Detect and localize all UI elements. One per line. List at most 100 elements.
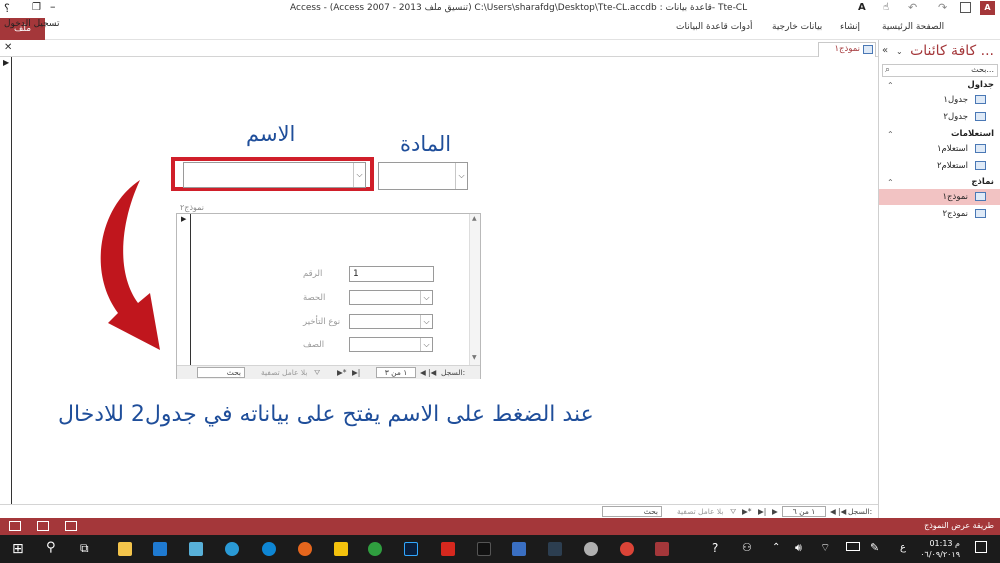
nav-item-label: جدول٢ <box>943 112 968 122</box>
subject-combobox[interactable]: ⌵ <box>378 162 468 190</box>
scroll-up-icon[interactable]: ▲ <box>472 215 477 222</box>
tab-home[interactable]: الصفحة الرئيسية <box>882 22 944 32</box>
last-record-icon[interactable]: ▶| <box>352 368 360 377</box>
nav-pane-title[interactable]: كافة كائنات ... <box>910 43 994 59</box>
chevron-up-icon[interactable]: ⌃ <box>772 542 780 553</box>
document-tab-label: نموذج١ <box>834 44 860 54</box>
photoshop-icon[interactable] <box>404 542 418 556</box>
redo-icon[interactable]: ↷ <box>938 1 947 14</box>
period-combobox[interactable]: ⌵ <box>349 290 433 305</box>
wondershare-icon[interactable] <box>441 542 455 556</box>
nav-item-form1[interactable]: نموذج١ <box>879 189 1000 205</box>
nav-group-forms[interactable]: نماذج <box>971 177 994 187</box>
monitor-icon[interactable] <box>512 542 526 556</box>
chevron-down-icon[interactable]: ⌵ <box>420 338 432 351</box>
nav-item-label: استعلام١ <box>936 144 968 154</box>
main-search-box[interactable]: بحث <box>602 506 662 517</box>
task-view-icon[interactable]: ⧉ <box>80 541 89 556</box>
chevron-down-icon[interactable]: ⌵ <box>353 163 365 187</box>
subform-vertical-scrollbar[interactable]: ▲ ▼ <box>469 214 480 366</box>
subform-record-selector[interactable]: ▶ <box>177 214 191 366</box>
first-record-icon[interactable]: |◀ <box>838 507 846 516</box>
touch-mode-icon[interactable]: ☝ <box>883 2 889 13</box>
tab-database-tools[interactable]: أدوات قاعدة البيانات <box>676 22 753 32</box>
search-icon[interactable]: ⚲ <box>46 540 56 555</box>
form-view-icon[interactable] <box>65 521 77 531</box>
volume-icon[interactable]: 🔊︎ <box>795 541 802 555</box>
teamviewer-icon[interactable] <box>262 542 276 556</box>
document-tab-form1[interactable]: نموذج١ <box>818 42 876 57</box>
clock[interactable]: 01:13 م ٠٦/٠٩/٢٠١٩ <box>920 538 960 560</box>
prev-record-icon[interactable]: ◀ <box>420 368 426 377</box>
next-record-icon[interactable]: ▶ <box>772 507 778 516</box>
nav-search-input[interactable]: بحث... ⌕ <box>882 64 998 77</box>
number-field[interactable]: 1 <box>349 266 434 282</box>
battery-icon[interactable] <box>846 542 860 551</box>
vlc-icon[interactable] <box>334 542 348 556</box>
first-record-icon[interactable]: |◀ <box>428 368 436 377</box>
nav-item-query2[interactable]: استعلام٢ <box>879 158 1000 174</box>
new-record-icon[interactable]: ▶* <box>742 507 752 516</box>
help-button[interactable]: ؟ <box>4 2 10 15</box>
tab-create[interactable]: إنشاء <box>840 22 860 32</box>
app-dark-icon[interactable] <box>548 542 562 556</box>
ie-icon[interactable] <box>225 542 239 556</box>
design-view-icon[interactable] <box>9 521 21 531</box>
sign-in-link[interactable]: تسجيل الدخول <box>4 19 59 29</box>
record-selector[interactable]: ▶ <box>0 57 12 504</box>
chrome-icon[interactable] <box>620 542 634 556</box>
save-icon[interactable] <box>960 2 971 13</box>
subform-filter-indicator[interactable]: بلا عامل تصفية <box>261 368 307 377</box>
people-icon[interactable]: ⚇ <box>742 541 752 554</box>
chevron-up-icon[interactable]: ⌃ <box>887 130 894 139</box>
prev-record-icon[interactable]: ◀ <box>830 507 836 516</box>
class-combobox[interactable]: ⌵ <box>349 337 433 352</box>
nav-group-queries[interactable]: استعلامات <box>951 129 994 139</box>
tab-external-data[interactable]: بيانات خارجية <box>772 22 822 32</box>
field-label-delay-type: نوع التأخير <box>303 317 341 327</box>
restore-button[interactable]: ❐ <box>32 2 41 13</box>
collapse-pane-icon[interactable]: « <box>882 45 888 56</box>
main-record-position[interactable]: ١ من ٦ <box>782 506 826 517</box>
notepad-icon[interactable] <box>189 542 203 556</box>
delay-type-combobox[interactable]: ⌵ <box>349 314 433 329</box>
chevron-down-icon[interactable]: ⌵ <box>420 315 432 328</box>
chevron-up-icon[interactable]: ⌃ <box>887 178 894 187</box>
chevron-down-icon[interactable]: ⌵ <box>455 163 467 189</box>
font-icon[interactable]: A <box>858 2 866 13</box>
nav-item-table1[interactable]: جدول١ <box>879 92 1000 108</box>
close-document-icon[interactable]: ✕ <box>4 42 12 53</box>
nav-item-table2[interactable]: جدول٢ <box>879 109 1000 125</box>
layout-view-icon[interactable] <box>37 521 49 531</box>
nav-item-query1[interactable]: استعلام١ <box>879 141 1000 157</box>
help-icon[interactable]: ? <box>712 541 718 555</box>
chevron-up-icon[interactable]: ⌃ <box>887 81 894 90</box>
nav-item-form2[interactable]: نموذج٢ <box>879 206 1000 222</box>
notifications-icon[interactable] <box>975 541 987 553</box>
pane-menu-chevron-icon[interactable]: ⌄ <box>896 47 903 56</box>
nav-group-tables[interactable]: جداول <box>967 80 994 90</box>
subform-search-box[interactable]: بحث <box>197 367 245 378</box>
access-taskbar-icon[interactable] <box>655 542 669 556</box>
chevron-down-icon[interactable]: ⌵ <box>420 291 432 304</box>
file-explorer-icon[interactable] <box>118 542 132 556</box>
new-record-icon[interactable]: ▶* <box>337 368 347 377</box>
pen-icon[interactable]: ✎ <box>870 541 879 554</box>
network-icon[interactable]: ⌔ <box>820 541 830 555</box>
subform-record-position[interactable]: ١ من ٣ <box>376 367 416 378</box>
kodi-icon[interactable] <box>153 542 167 556</box>
language-indicator[interactable]: ع <box>900 542 906 553</box>
title-bar: ؟ ❐ – تسجيل الدخول Access - (Access 2007… <box>0 0 1000 29</box>
app-black-icon[interactable] <box>477 542 491 556</box>
name-combobox[interactable]: ⌵ <box>183 162 366 188</box>
minimize-button[interactable]: – <box>50 0 56 13</box>
last-record-icon[interactable]: ▶| <box>758 507 766 516</box>
undo-icon[interactable]: ↶ <box>908 1 917 14</box>
firefox-icon[interactable] <box>298 542 312 556</box>
windows-start-icon[interactable]: ⊞ <box>12 541 24 557</box>
app-gray-icon[interactable] <box>584 542 598 556</box>
utorrent-icon[interactable] <box>368 542 382 556</box>
subform-record-navigation: بحث بلا عامل تصفية ⛛ ▶* ▶| ١ من ٣ ◀ |◀ ا… <box>177 365 480 379</box>
scroll-down-icon[interactable]: ▼ <box>472 354 477 361</box>
main-filter-indicator[interactable]: بلا عامل تصفية <box>677 507 723 516</box>
